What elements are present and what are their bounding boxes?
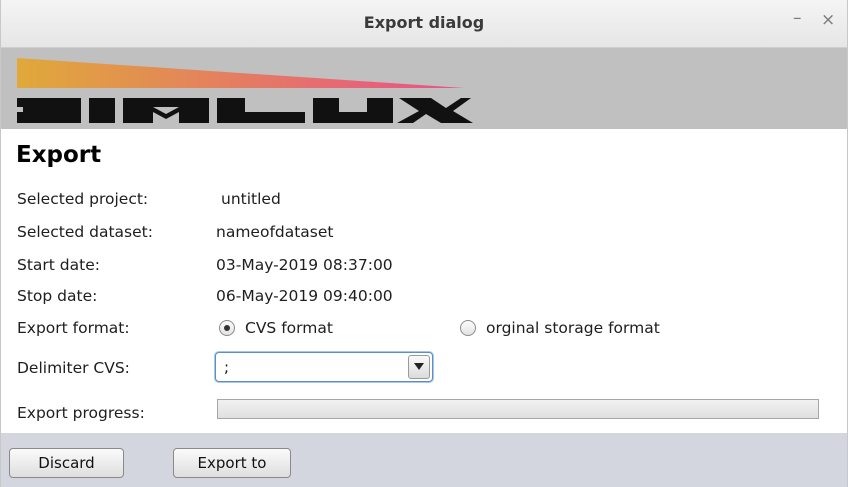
radio-original-storage-format[interactable] xyxy=(460,320,476,336)
discard-button[interactable]: Discard xyxy=(9,448,124,478)
selected-dataset-label: Selected dataset: xyxy=(17,223,153,241)
delimiter-selected-value: ; xyxy=(224,358,230,376)
window-title: Export dialog xyxy=(363,13,485,32)
start-date-label: Start date: xyxy=(17,256,100,274)
chevron-down-icon[interactable] xyxy=(408,355,430,379)
export-progress-label: Export progress: xyxy=(17,404,145,422)
delimiter-label: Delimiter CVS: xyxy=(17,359,130,377)
radio-original-storage-format-label[interactable]: orginal storage format xyxy=(486,319,660,337)
radio-cvs-format-label[interactable]: CVS format xyxy=(245,319,333,337)
start-date-value: 03-May-2019 08:37:00 xyxy=(216,256,393,274)
selected-dataset-value: nameofdataset xyxy=(216,223,334,241)
selected-project-value: untitled xyxy=(221,190,281,208)
button-bar: Discard Export to xyxy=(1,433,847,487)
delimiter-select[interactable]: ; xyxy=(215,352,433,382)
selected-project-label: Selected project: xyxy=(17,190,149,208)
close-icon[interactable]: × xyxy=(821,10,835,30)
radio-selected-dot xyxy=(224,325,230,331)
radio-cvs-format[interactable] xyxy=(219,320,235,336)
export-progress-bar xyxy=(217,399,819,419)
minimize-icon[interactable]: – xyxy=(793,8,802,28)
stop-date-label: Stop date: xyxy=(17,287,98,305)
export-to-button[interactable]: Export to xyxy=(173,448,291,478)
export-format-label: Export format: xyxy=(17,319,130,337)
dimlux-logo xyxy=(17,58,473,123)
export-dialog-window: Export dialog – × Export Selected projec… xyxy=(0,0,848,487)
dimlux-banner xyxy=(1,48,847,129)
page-title: Export xyxy=(16,142,102,168)
title-bar[interactable]: Export dialog – × xyxy=(1,0,847,48)
stop-date-value: 06-May-2019 09:40:00 xyxy=(216,287,393,305)
